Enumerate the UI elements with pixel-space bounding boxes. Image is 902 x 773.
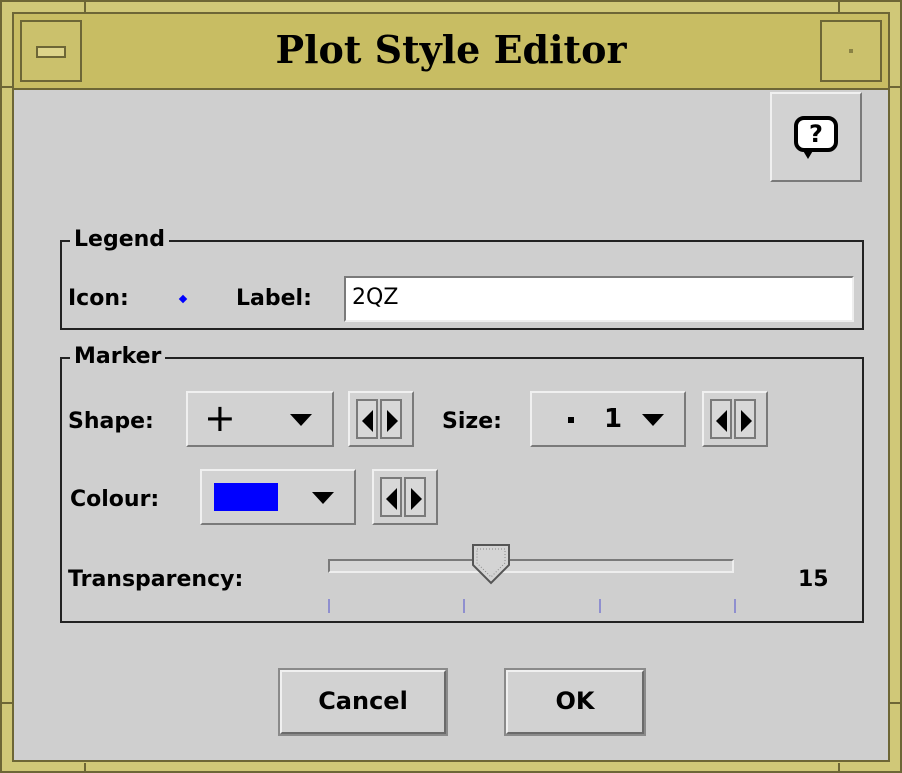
arrow-left-icon	[386, 488, 397, 510]
colour-prev-button[interactable]	[380, 477, 402, 517]
window-menu-icon	[36, 46, 66, 58]
slider-tick	[328, 599, 330, 613]
arrow-right-icon	[741, 410, 752, 432]
size-stepper[interactable]	[702, 391, 768, 447]
shape-combo[interactable]: +	[186, 391, 334, 447]
chevron-down-icon	[290, 414, 312, 426]
frame-notch	[2, 702, 12, 704]
size-combo[interactable]: 1	[530, 391, 686, 447]
colour-next-button[interactable]	[404, 477, 426, 517]
colour-label: Colour:	[70, 487, 160, 512]
shape-prev-button[interactable]	[356, 399, 378, 439]
slider-tick	[463, 599, 465, 613]
shape-label: Shape:	[68, 409, 154, 434]
size-dot-icon	[568, 417, 574, 423]
transparency-value: 15	[798, 567, 829, 592]
size-value: 1	[604, 404, 623, 434]
frame-notch	[2, 86, 12, 88]
size-label: Size:	[442, 409, 502, 434]
slider-tick	[599, 599, 601, 613]
arrow-right-icon	[387, 410, 398, 432]
legend-group-title: Legend	[70, 226, 170, 254]
slider-thumb-icon[interactable]	[471, 543, 511, 587]
ok-button[interactable]: OK	[504, 668, 646, 736]
help-icon: ?	[794, 116, 838, 152]
window-minimize-button[interactable]	[820, 20, 882, 82]
label-label: Label:	[236, 286, 312, 311]
size-next-button[interactable]	[734, 399, 756, 439]
frame-notch	[838, 2, 840, 12]
frame-notch	[84, 763, 86, 773]
arrow-left-icon	[362, 410, 373, 432]
frame-notch	[84, 2, 86, 12]
transparency-label: Transparency:	[68, 567, 244, 592]
window-menu-button[interactable]	[20, 20, 82, 82]
legend-icon-preview	[178, 294, 188, 304]
transparency-slider[interactable]	[328, 559, 734, 573]
frame-notch	[890, 702, 900, 704]
shape-next-button[interactable]	[380, 399, 402, 439]
label-input[interactable]: 2QZ	[344, 276, 854, 322]
slider-tick	[734, 599, 736, 613]
shape-value: +	[204, 396, 236, 440]
legend-group: Legend Icon: Label: 2QZ	[60, 226, 864, 330]
size-prev-button[interactable]	[710, 399, 732, 439]
arrow-left-icon	[716, 410, 727, 432]
shape-stepper[interactable]	[348, 391, 414, 447]
arrow-right-icon	[411, 488, 422, 510]
chevron-down-icon	[642, 414, 664, 426]
colour-stepper[interactable]	[372, 469, 438, 525]
cancel-button[interactable]: Cancel	[278, 668, 448, 736]
chevron-down-icon	[312, 492, 334, 504]
window-title: Plot Style Editor	[275, 27, 627, 72]
window-minimize-icon	[849, 49, 853, 53]
help-icon-tail	[802, 149, 814, 159]
colour-swatch	[214, 483, 278, 511]
marker-group: Marker Shape: + Size: 1 Colour: Transpar…	[60, 343, 864, 623]
frame-notch	[890, 86, 900, 88]
help-button[interactable]: ?	[770, 92, 862, 182]
frame-notch	[838, 763, 840, 773]
marker-group-title: Marker	[70, 343, 166, 371]
title-bar[interactable]: Plot Style Editor	[14, 14, 888, 90]
colour-combo[interactable]	[200, 469, 356, 525]
icon-label: Icon:	[68, 286, 129, 311]
